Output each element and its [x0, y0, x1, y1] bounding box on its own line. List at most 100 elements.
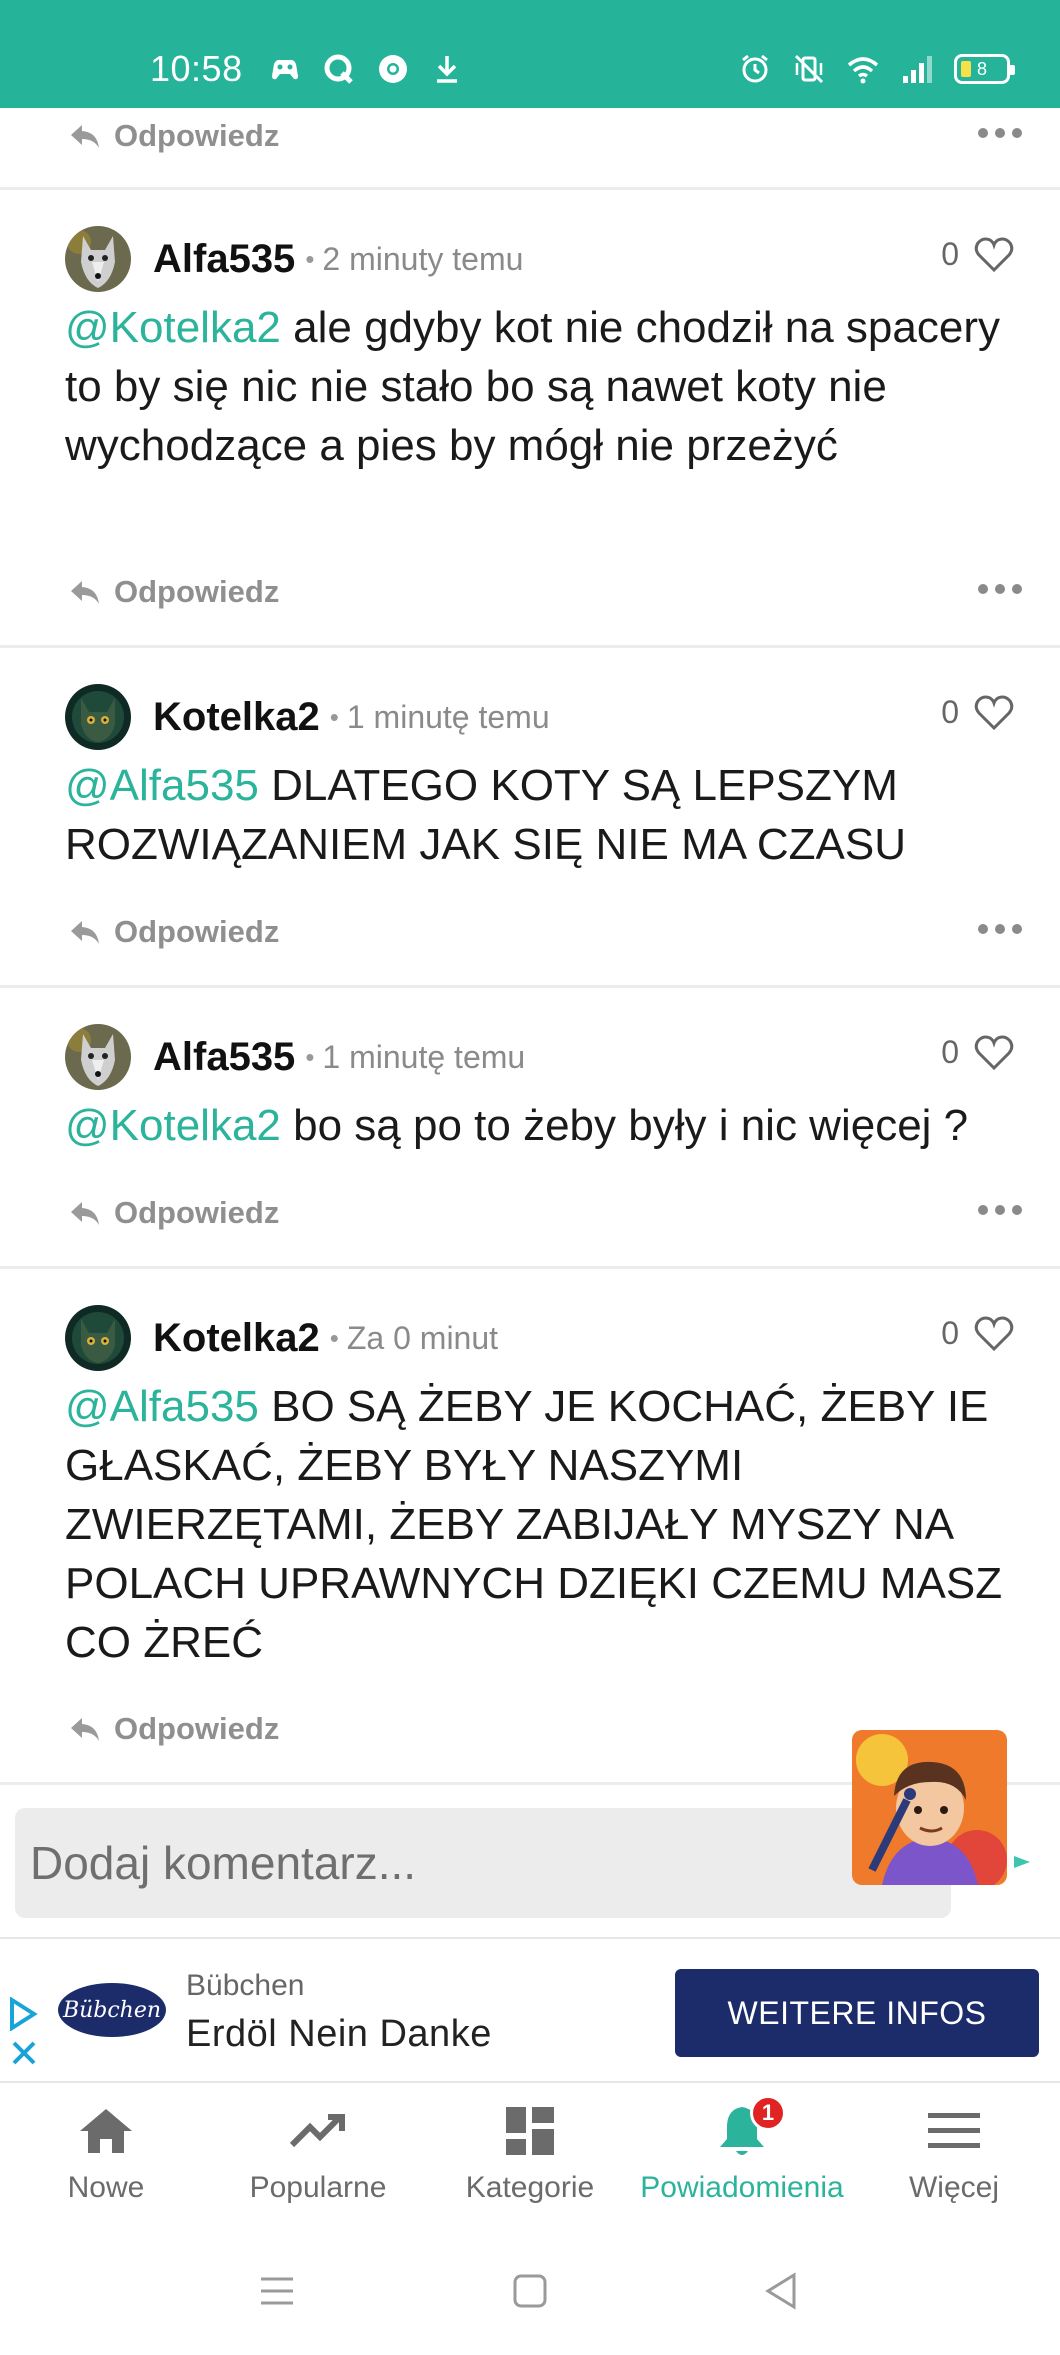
comment: Kotelka2 • 1 minutę temu 0 @Alfa535 DLAT…	[0, 648, 1060, 988]
comment-time: 2 minuty temu	[322, 240, 524, 277]
more-options-icon[interactable]	[977, 1203, 1023, 1217]
more-options-icon[interactable]	[977, 126, 1023, 140]
heart-icon[interactable]	[973, 1313, 1015, 1353]
username[interactable]: Alfa535	[153, 1035, 295, 1080]
username[interactable]: Kotelka2	[153, 1316, 320, 1361]
more-options-icon[interactable]	[977, 922, 1023, 936]
previous-comment-footer: Odpowiedz	[0, 108, 1060, 190]
comment: Kotelka2 • Za 0 minut 0 @Alfa535 BO SĄ Ż…	[0, 1269, 1060, 1785]
user-mention[interactable]: @Kotelka2	[65, 1101, 281, 1150]
avatar[interactable]	[65, 1305, 131, 1371]
signal-icon	[903, 56, 932, 83]
ad-brand-logo: Bübchen	[58, 1983, 166, 2037]
like-control[interactable]: 0	[941, 1313, 1015, 1353]
username[interactable]: Kotelka2	[153, 695, 320, 740]
nav-label: Kategorie	[465, 2171, 595, 2204]
floating-artist-avatar[interactable]	[852, 1730, 1007, 1885]
comment-text: @Alfa535 DLATEGO KOTY SĄ LEPSZYM ROZWIĄZ…	[65, 756, 1025, 874]
reply-label: Odpowiedz	[114, 118, 280, 153]
menu-icon	[928, 2113, 980, 2148]
comment-header: Alfa535 • 2 minuty temu	[65, 226, 523, 292]
avatar[interactable]	[65, 1024, 131, 1090]
wolf-avatar-icon	[65, 1024, 131, 1090]
trending-icon	[289, 2114, 345, 2148]
ad-brand-name: Bübchen	[186, 1969, 305, 2002]
notification-icons	[268, 52, 464, 86]
send-icon[interactable]	[1012, 1852, 1032, 1872]
comment: Alfa535 • 2 minuty temu 0 @Kotelka2 ale …	[0, 190, 1060, 648]
comment-input-box[interactable]	[15, 1808, 951, 1918]
status-time: 10:58	[150, 48, 243, 89]
like-count: 0	[941, 1314, 959, 1351]
username[interactable]: Alfa535	[153, 237, 295, 282]
comment-time: Za 0 minut	[346, 1319, 499, 1356]
notification-badge: 1	[750, 2095, 786, 2131]
reply-label: Odpowiedz	[114, 574, 280, 609]
home-button-icon[interactable]	[508, 2269, 552, 2313]
vibrate-off-icon	[794, 54, 824, 84]
like-control[interactable]: 0	[941, 234, 1015, 274]
ad-banner[interactable]: Bübchen Bübchen Erdöl Nein Danke WEITERE…	[0, 1937, 1060, 2083]
nav-item-powiadomienia[interactable]: 1 Powiadomienia	[636, 2083, 848, 2233]
comment-header: Kotelka2 • Za 0 minut	[65, 1305, 498, 1371]
reply-arrow-icon	[71, 581, 99, 604]
ad-choices-icon[interactable]	[8, 1997, 38, 2031]
comment-time: 1 minutę temu	[322, 1038, 526, 1075]
comment-header: Alfa535 • 1 minutę temu	[65, 1024, 525, 1090]
system-status-icons: 8	[738, 52, 1015, 86]
comment-actions: Odpowiedz	[68, 914, 1028, 958]
nav-label: Więcej	[908, 2171, 999, 2204]
comment-feed[interactable]: Odpowiedz Alfa535 • 2 minuty temu 0 @Kot…	[0, 108, 1060, 1785]
reply-label: Odpowiedz	[114, 914, 280, 949]
reply-button[interactable]: Odpowiedz	[68, 1711, 279, 1747]
comment-body: bo są po to żeby były i nic więcej ?	[280, 1101, 969, 1150]
nav-label: Powiadomienia	[640, 2171, 844, 2204]
reply-button[interactable]: Odpowiedz	[68, 574, 279, 610]
separator-dot: •	[305, 243, 315, 274]
reply-button[interactable]: Odpowiedz	[68, 118, 279, 154]
comment-input[interactable]	[15, 1808, 951, 1918]
avatar[interactable]	[65, 226, 131, 292]
heart-icon[interactable]	[973, 234, 1015, 274]
avatar[interactable]	[65, 684, 131, 750]
back-icon[interactable]	[760, 2269, 804, 2313]
nav-item-nowe[interactable]: Nowe	[0, 2083, 212, 2233]
comment-actions: Odpowiedz	[68, 574, 1028, 618]
ad-cta-button[interactable]: WEITERE INFOS	[675, 1969, 1039, 2057]
user-mention[interactable]: @Alfa535	[65, 761, 259, 810]
battery-icon: 8	[954, 54, 1015, 84]
separator-dot: •	[305, 1041, 315, 1072]
reply-arrow-icon	[71, 921, 99, 944]
reply-button[interactable]: Odpowiedz	[68, 1195, 279, 1231]
user-mention[interactable]: @Kotelka2	[65, 303, 281, 352]
nav-label: Popularne	[249, 2171, 387, 2204]
wifi-icon	[847, 57, 879, 84]
reply-arrow-icon	[71, 1202, 99, 1225]
status-bar: 10:58 8	[0, 0, 1060, 108]
comment-text: @Kotelka2 bo są po to żeby były i nic wi…	[65, 1096, 1025, 1155]
chrome-icon	[379, 55, 407, 83]
grid-icon	[506, 2107, 554, 2155]
heart-icon[interactable]	[973, 692, 1015, 732]
separator-dot: •	[329, 1322, 339, 1353]
reply-button[interactable]: Odpowiedz	[68, 914, 279, 950]
like-control[interactable]: 0	[941, 692, 1015, 732]
download-icon	[437, 56, 457, 83]
nav-item-kategorie[interactable]: Kategorie	[424, 2083, 636, 2233]
reply-label: Odpowiedz	[114, 1195, 280, 1230]
like-control[interactable]: 0	[941, 1032, 1015, 1072]
comment-text: @Kotelka2 ale gdyby kot nie chodził na s…	[65, 298, 1025, 475]
nav-label: Nowe	[67, 2171, 145, 2204]
nav-item-wiecej[interactable]: Więcej	[848, 2083, 1060, 2233]
heart-icon[interactable]	[973, 1032, 1015, 1072]
cat-avatar-icon	[65, 1305, 131, 1371]
system-navigation-bar	[0, 2233, 1060, 2355]
more-options-icon[interactable]	[977, 582, 1023, 596]
user-mention[interactable]: @Alfa535	[65, 1382, 259, 1431]
nav-item-popularne[interactable]: Popularne	[212, 2083, 424, 2233]
recent-apps-icon[interactable]	[255, 2269, 299, 2313]
like-count: 0	[941, 1033, 959, 1070]
cat-avatar-icon	[65, 684, 131, 750]
close-icon[interactable]	[10, 2039, 38, 2067]
comment-time: 1 minutę temu	[346, 698, 550, 735]
